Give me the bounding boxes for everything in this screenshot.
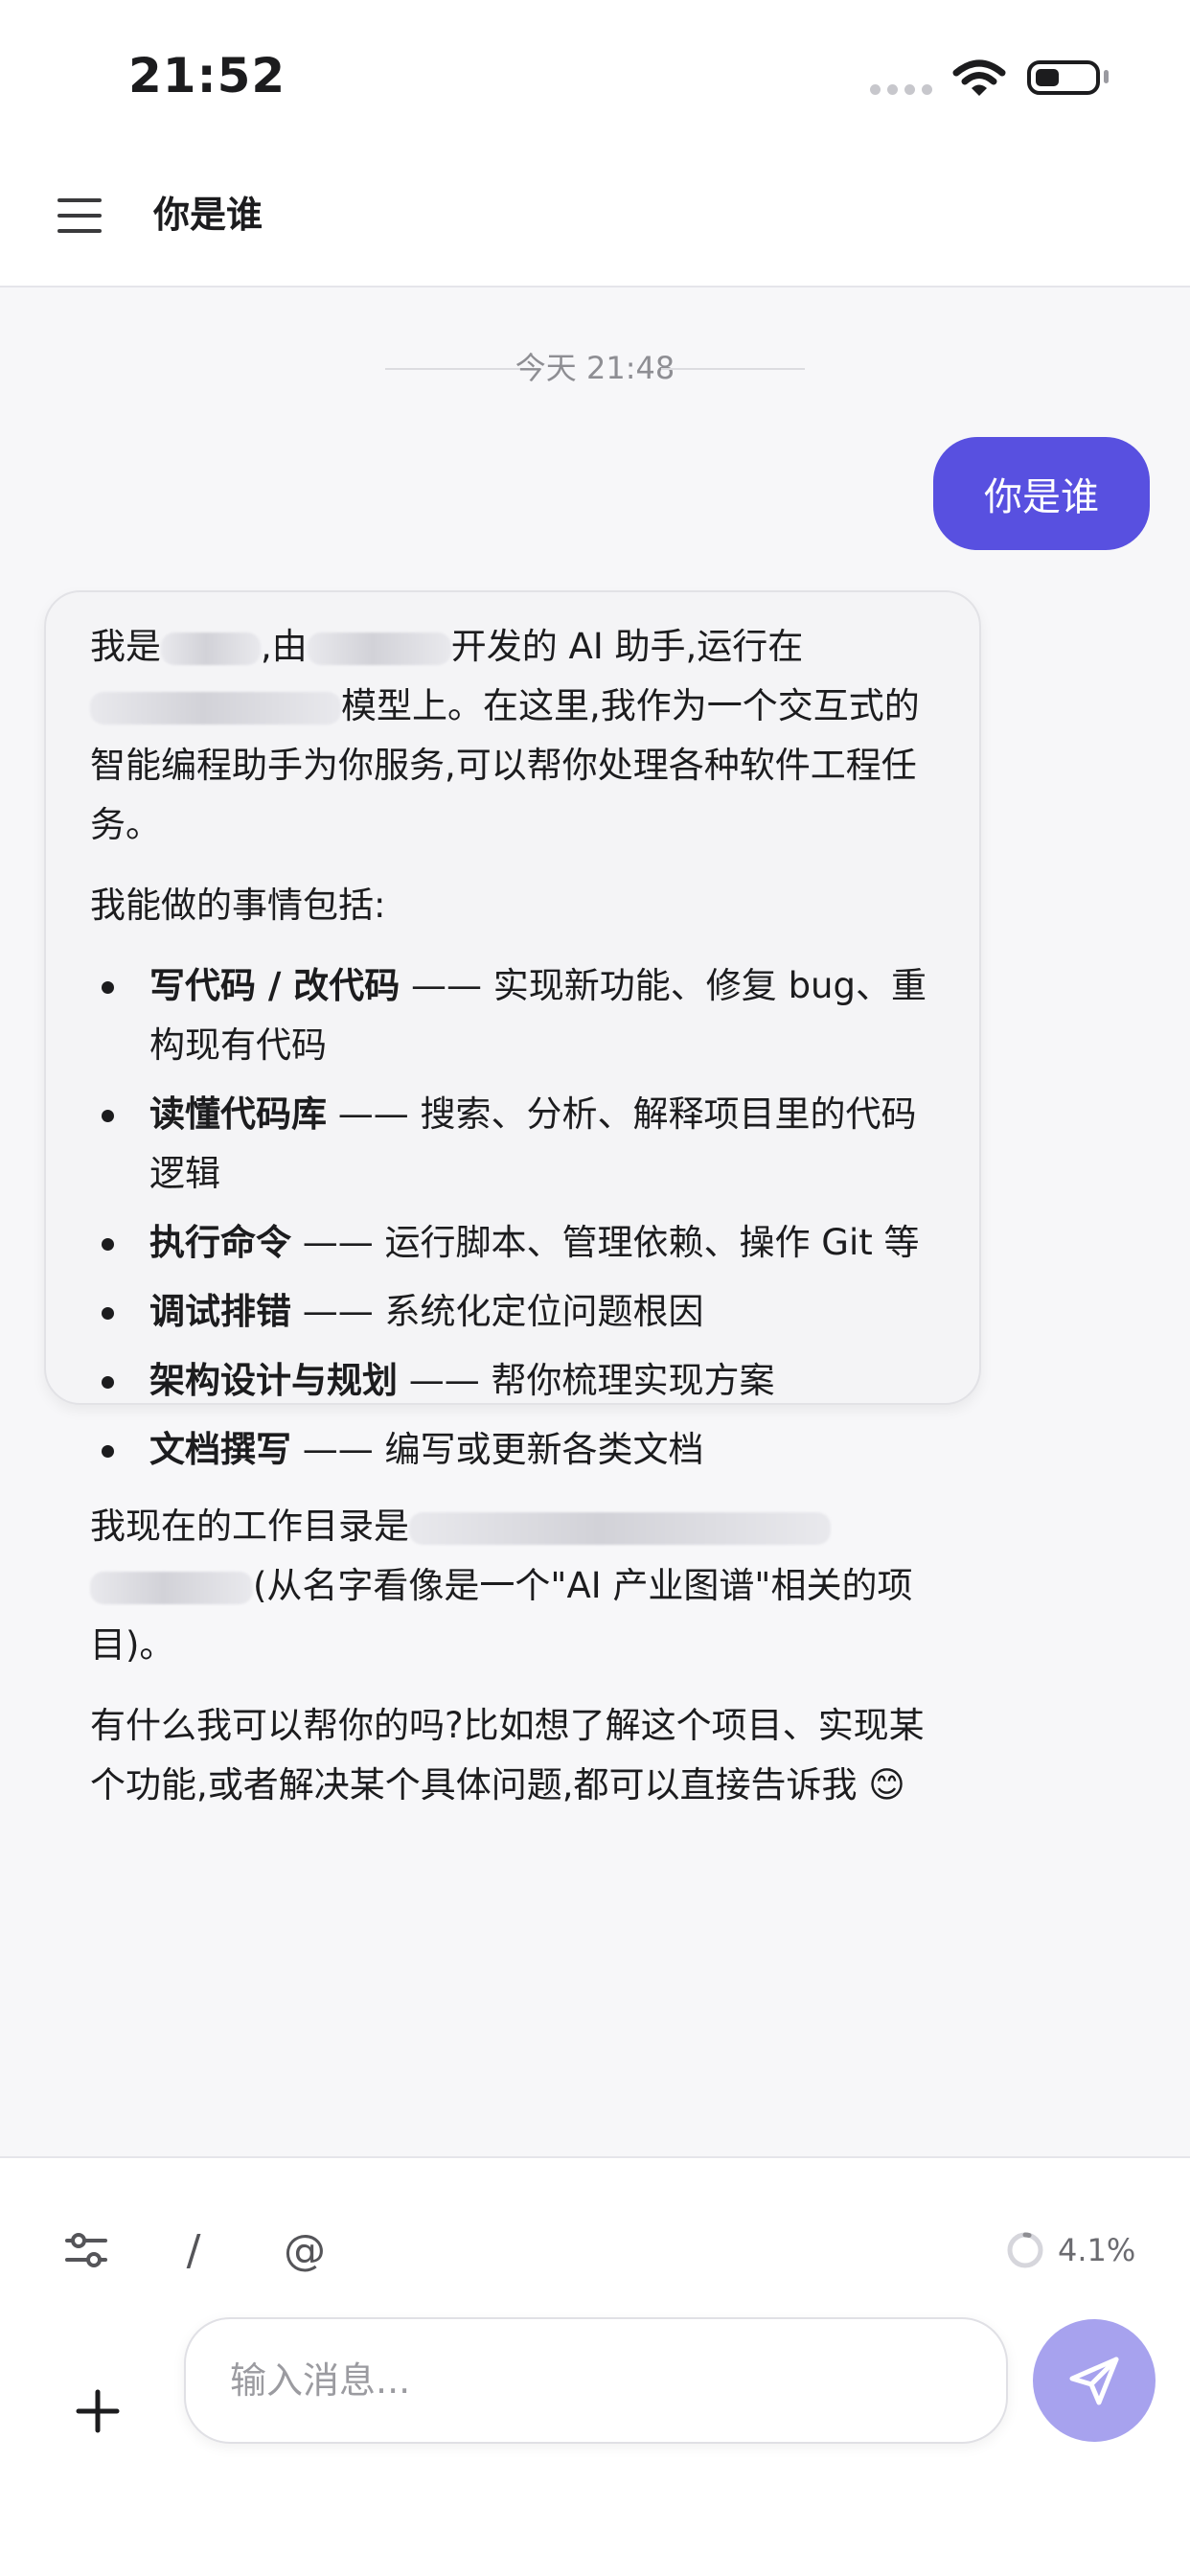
capabilities-heading: 我能做的事情包括:: [90, 885, 386, 926]
conversation-title: 你是谁: [153, 194, 263, 236]
working-directory-note: 我现在的工作目录是(从名字看像是一个"AI 产业图谱"相关的项目)。: [90, 1506, 913, 1666]
send-button[interactable]: [1033, 2319, 1156, 2442]
assistant-message-bubble[interactable]: 我是 ,由 开发的 AI 助手,运行在模型上。在这里,我作为一个交互式的智能编程助手…: [44, 590, 981, 1806]
wifi-icon: [952, 59, 1006, 96]
redacted-name: [161, 632, 261, 665]
user-message-bubble[interactable]: 你是谁: [933, 437, 1150, 550]
nav-bar: 你是谁: [0, 144, 1190, 288]
add-attachment-icon[interactable]: [67, 2380, 128, 2442]
battery-icon: [1027, 60, 1100, 95]
hamburger-menu-icon[interactable]: [57, 198, 102, 233]
list-item: 架构设计与规划 —— 帮你梳理实现方案: [90, 1351, 937, 1411]
battery-cap: [1104, 70, 1109, 83]
message-input[interactable]: [184, 2317, 1008, 2444]
status-bar: 21:52: [0, 0, 1190, 144]
list-item: 写代码 / 改代码 —— 实现新功能、修复 bug、重构现有代码: [90, 956, 937, 1075]
redacted-path-continued: [90, 1571, 253, 1604]
assistant-intro: 我是 ,由 开发的 AI 助手,运行在模型上。在这里,我作为一个交互式的智能编程助手…: [90, 626, 920, 845]
capabilities-list: 写代码 / 改代码 —— 实现新功能、修复 bug、重构现有代码 读懂代码库 —…: [90, 956, 937, 1480]
redacted-company: [307, 632, 451, 665]
list-item: 文档撰写 —— 编写或更新各类文档: [90, 1420, 937, 1480]
redacted-model-name: [90, 691, 341, 724]
send-icon: [1069, 2357, 1119, 2405]
usage-ring-icon: [1007, 2232, 1043, 2268]
settings-sliders-icon[interactable]: [59, 2223, 113, 2277]
assistant-closing: 有什么我可以帮你的吗?比如想了解这个项目、实现某个功能,或者解决某个具体问题,都…: [90, 1705, 925, 1806]
user-message-text: 你是谁: [984, 475, 1099, 519]
cellular-signal-icon: [870, 84, 932, 95]
message-timestamp: 今天 21:48: [515, 350, 675, 386]
mention-button[interactable]: @: [278, 2223, 332, 2277]
usage-percent: 4.1%: [1058, 2232, 1136, 2268]
list-item: 执行命令 —— 运行脚本、管理依赖、操作 Git 等: [90, 1213, 937, 1273]
composer-toolbar: / @ 4.1%: [0, 2156, 1190, 2576]
redacted-path: [409, 1511, 831, 1545]
chat-area[interactable]: 今天 21:48 你是谁 我是 ,由 开发的 AI 助手,运行在模型上。在这里,我作…: [0, 288, 1190, 2156]
timestamp-divider-right: [661, 368, 805, 370]
list-item: 调试排错 —— 系统化定位问题根因: [90, 1282, 937, 1342]
list-item: 读懂代码库 —— 搜索、分析、解释项目里的代码逻辑: [90, 1085, 937, 1204]
context-usage: 4.1%: [1006, 2231, 1135, 2269]
status-time: 21:52: [128, 48, 286, 104]
smile-emoji-icon: 😊: [868, 1764, 905, 1806]
slash-command-button[interactable]: /: [167, 2223, 220, 2277]
